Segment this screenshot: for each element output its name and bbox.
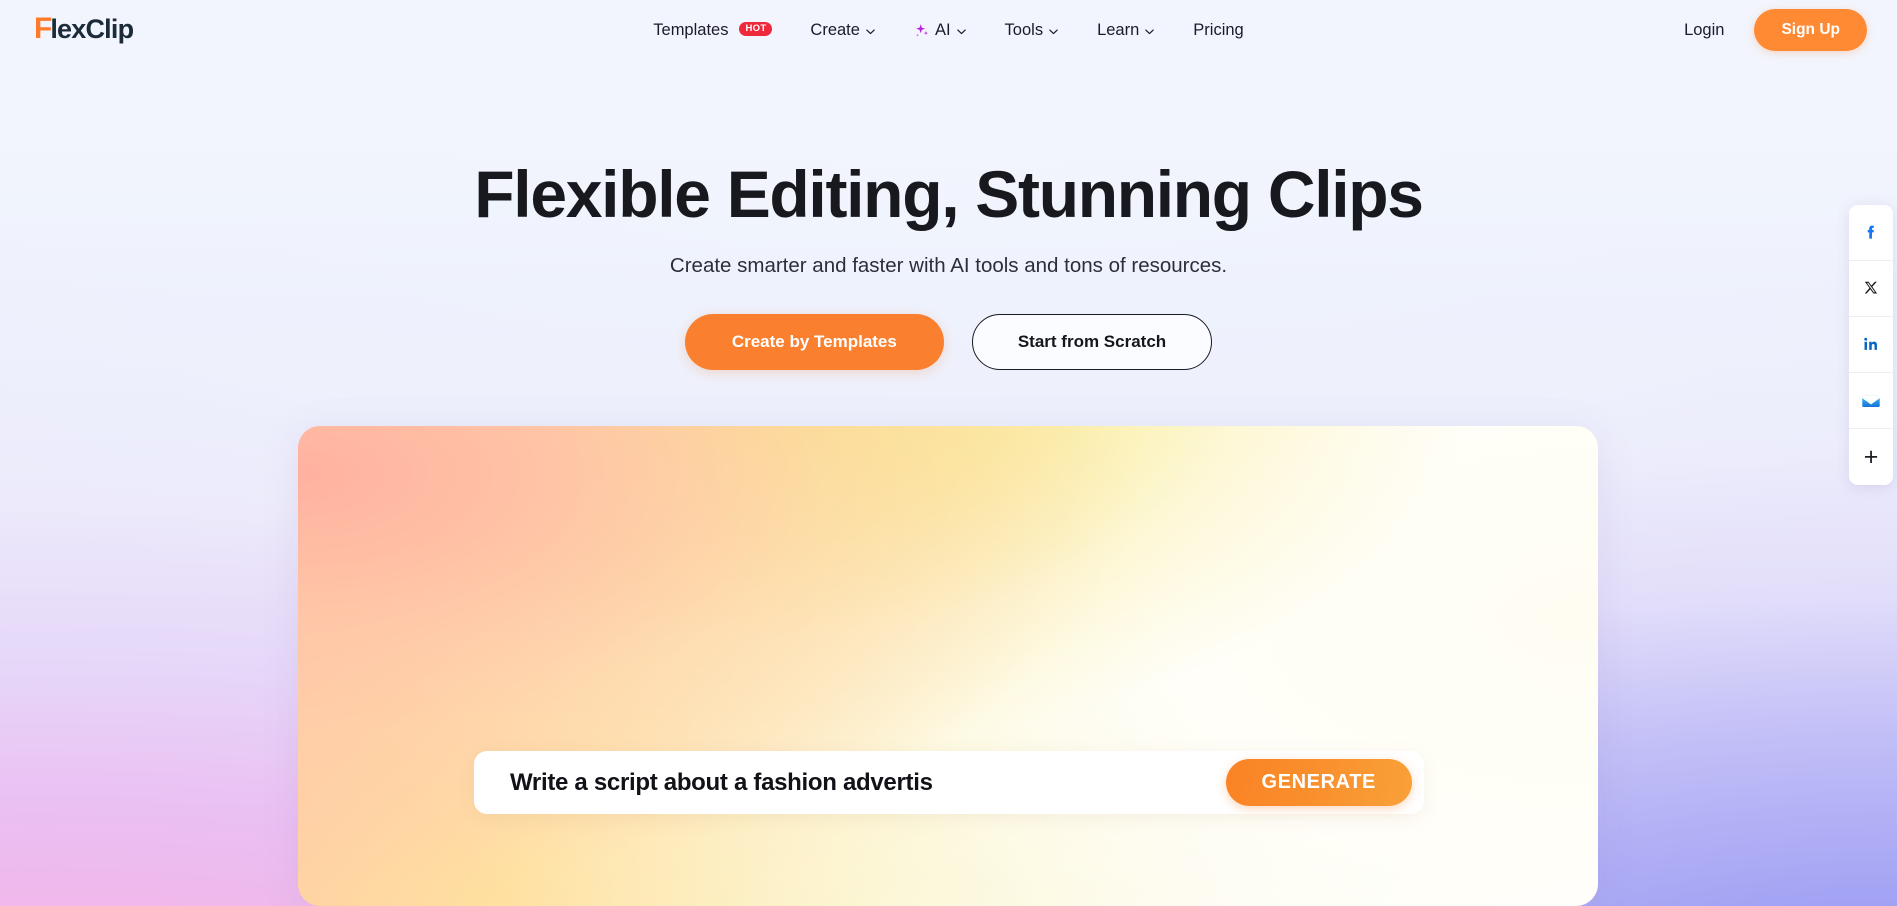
- nav-item-ai[interactable]: AI: [895, 0, 986, 60]
- chevron-down-icon: [1048, 26, 1059, 37]
- hero-cta-group: Create by Templates Start from Scratch: [0, 313, 1897, 370]
- chevron-down-icon: [956, 26, 967, 37]
- nav-label-tools: Tools: [1004, 20, 1044, 39]
- main-navigation: Templates HOT Create AI Tools Learn Pric…: [0, 0, 1897, 60]
- login-link[interactable]: Login: [1674, 15, 1734, 46]
- signup-button[interactable]: Sign Up: [1754, 9, 1867, 51]
- nav-item-pricing[interactable]: Pricing: [1174, 0, 1262, 60]
- linkedin-share-button[interactable]: [1849, 317, 1893, 373]
- auth-actions: Login Sign Up: [1674, 0, 1867, 60]
- facebook-share-button[interactable]: [1849, 205, 1893, 261]
- sparkle-icon: [914, 23, 931, 40]
- chevron-down-icon: [1144, 26, 1155, 37]
- more-share-button[interactable]: +: [1849, 429, 1893, 485]
- prompt-input-text[interactable]: Write a script about a fashion advertis: [510, 769, 933, 797]
- linkedin-icon: [1862, 335, 1881, 354]
- facebook-icon: [1861, 223, 1881, 243]
- social-share-rail: +: [1849, 205, 1893, 485]
- nav-item-templates[interactable]: Templates HOT: [634, 0, 791, 60]
- x-twitter-icon: [1863, 280, 1880, 297]
- hero-preview-card: Write a script about a fashion advertis …: [298, 426, 1598, 906]
- nav-label-templates: Templates: [653, 20, 729, 39]
- start-from-scratch-button[interactable]: Start from Scratch: [971, 313, 1213, 370]
- nav-label-create: Create: [810, 20, 860, 39]
- site-header: F lexClip Templates HOT Create AI Tools …: [0, 0, 1897, 60]
- create-by-templates-button[interactable]: Create by Templates: [684, 313, 944, 370]
- nav-item-create[interactable]: Create: [791, 0, 895, 60]
- nav-label-learn: Learn: [1097, 20, 1140, 39]
- nav-label-ai: AI: [934, 20, 951, 39]
- nav-item-learn[interactable]: Learn: [1078, 0, 1174, 60]
- page-title: Flexible Editing, Stunning Clips: [474, 157, 1424, 231]
- chevron-down-icon: [865, 26, 876, 37]
- email-icon: [1860, 390, 1882, 412]
- ai-prompt-bar[interactable]: Write a script about a fashion advertis …: [474, 751, 1424, 814]
- hot-badge: HOT: [739, 22, 773, 36]
- hero-subtitle: Create smarter and faster with AI tools …: [669, 253, 1228, 277]
- generate-button[interactable]: GENERATE: [1225, 759, 1412, 806]
- more-share-icon: +: [1863, 442, 1879, 471]
- email-share-button[interactable]: [1849, 373, 1893, 429]
- nav-item-tools[interactable]: Tools: [986, 0, 1079, 60]
- x-share-button[interactable]: [1849, 261, 1893, 317]
- nav-label-pricing: Pricing: [1193, 20, 1244, 39]
